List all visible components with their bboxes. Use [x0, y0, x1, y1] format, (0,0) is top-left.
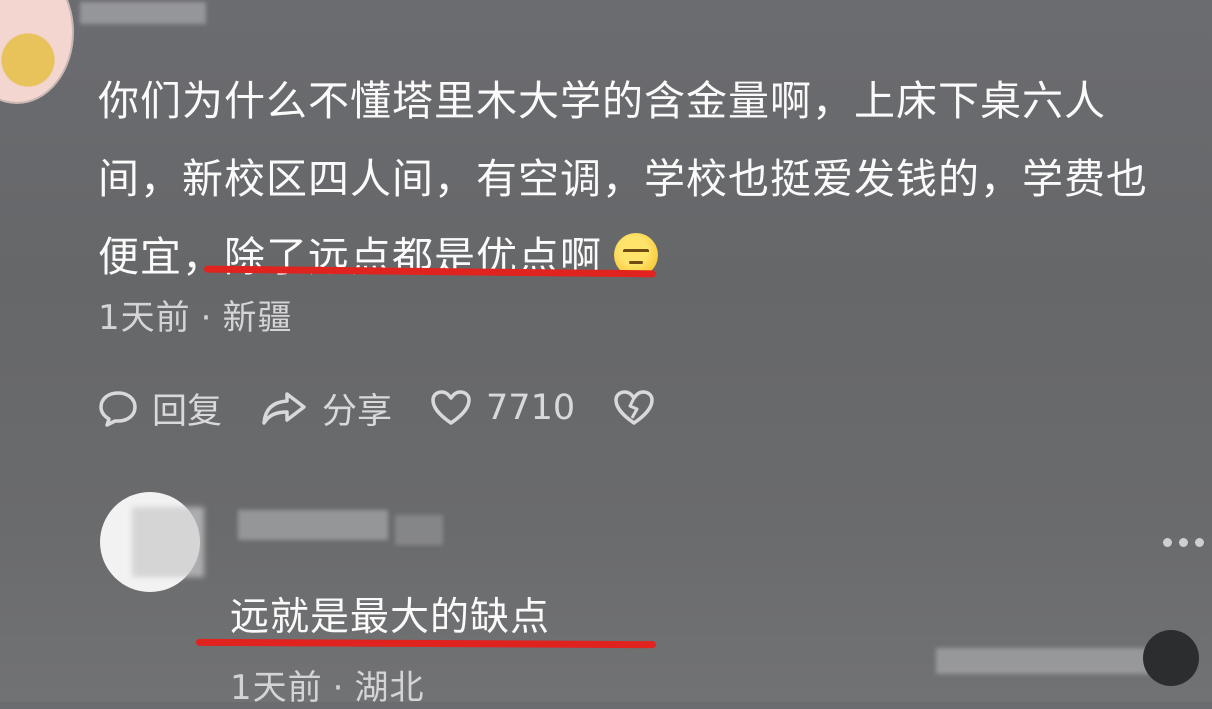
replier-tag-blurred — [395, 515, 443, 545]
share-arrow-icon — [262, 392, 306, 425]
like-button[interactable]: 7710 — [430, 388, 575, 428]
meta-separator: · — [332, 668, 345, 708]
like-count: 7710 — [486, 388, 576, 428]
broken-heart-icon — [614, 390, 654, 425]
more-options-icon[interactable] — [1156, 538, 1204, 547]
speech-bubble-icon — [99, 391, 137, 427]
comment-body: 你们为什么不懂塔里木大学的含金量啊，上床下桌六人间，新校区四人间，有空调，学校也… — [98, 62, 1188, 296]
share-button[interactable]: 分享 — [260, 383, 392, 434]
reply-location: 湖北 — [354, 668, 425, 708]
comment-location: 新疆 — [222, 298, 293, 338]
replier-username-blurred[interactable] — [238, 510, 388, 540]
heart-icon — [431, 390, 471, 425]
commenter-username-blurred[interactable] — [80, 2, 206, 24]
comment-time: 1天前 — [98, 298, 191, 338]
reply-body: 远就是最大的缺点 — [230, 595, 551, 640]
reply-time: 1天前 — [230, 668, 323, 708]
floating-button[interactable] — [1143, 630, 1199, 686]
red-underline-annotation — [195, 638, 657, 649]
commenter-avatar[interactable] — [0, 0, 74, 104]
reply-label: 回复 — [152, 391, 223, 432]
watermark-blurred — [936, 648, 1154, 674]
share-label: 分享 — [322, 391, 393, 432]
dislike-button[interactable] — [613, 388, 669, 428]
reply-button[interactable]: 回复 — [98, 383, 222, 434]
comment-meta: 1天前 · 新疆 — [98, 290, 292, 339]
meta-separator: · — [200, 298, 213, 338]
comment-actions: 回复 分享 7710 — [98, 386, 707, 432]
replier-avatar-blurred — [132, 507, 204, 577]
